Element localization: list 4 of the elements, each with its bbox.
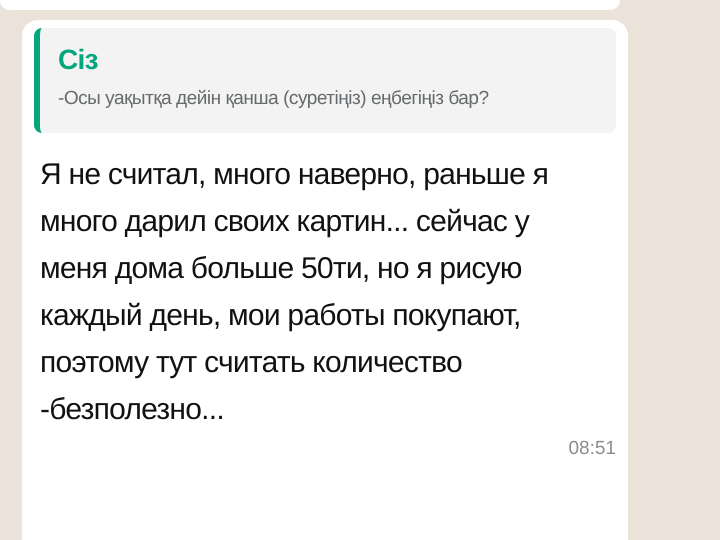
quote-author: Сіз — [58, 43, 99, 77]
quote-text: -Осы уақытқа дейін қанша (суретіңіз) еңбегіңіз бар? — [58, 87, 490, 111]
message-time: 08:51 — [568, 436, 616, 461]
message-text: Я не считал, много наверно, раньше я много дарил своих картин... сейчас у меня дома больше 50ти, но я рисую каждый день, мои работы покупают, поэтому тут считать количество -безполезно... — [39, 156, 550, 428]
